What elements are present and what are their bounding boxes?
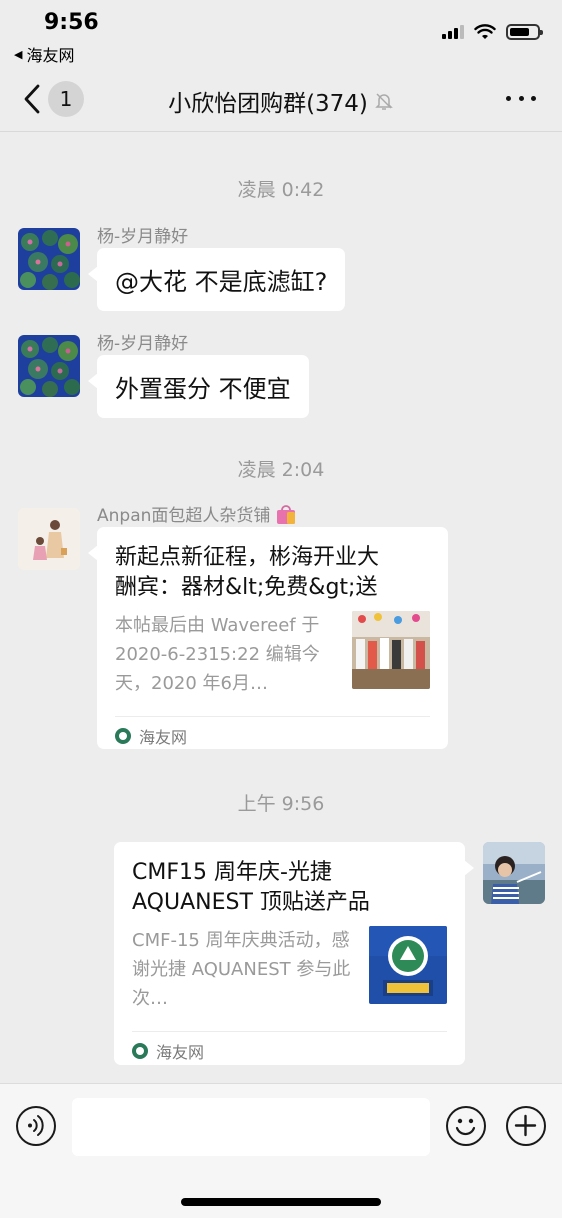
cellular-signal-icon bbox=[442, 25, 464, 39]
message-bubble[interactable]: 外置蛋分 不便宜 bbox=[88, 355, 309, 418]
message-input[interactable] bbox=[72, 1098, 430, 1156]
card-title: 新起点新征程，彬海开业大 酬宾：器材&lt;免费&gt;送 bbox=[115, 543, 430, 603]
battery-icon bbox=[506, 24, 543, 40]
chat-title: 小欣怡团购群(374) bbox=[0, 84, 562, 118]
card-thumbnail bbox=[352, 611, 430, 689]
timestamp-separator: 上午 9:56 bbox=[237, 793, 325, 815]
sender-name: 杨-岁月静好 bbox=[97, 227, 189, 247]
link-card[interactable]: CMF15 周年庆-光捷 AQUANEST 顶贴送产品 CMF-15 周年庆典活… bbox=[114, 842, 474, 1065]
message-bubble[interactable]: @大花 不是底滤缸? bbox=[87, 248, 346, 311]
avatar[interactable] bbox=[18, 335, 80, 397]
return-app-name: 海友网 bbox=[26, 46, 75, 65]
source-name: 海友网 bbox=[139, 727, 188, 747]
card-description: CMF-15 周年庆典活动，感谢光捷 AQUANEST 参与此次… bbox=[132, 930, 351, 1009]
card-description: 本帖最后由 Wavereef 于 2020-6-2315:22 编辑今天，202… bbox=[115, 615, 320, 694]
card-thumbnail bbox=[369, 926, 447, 1004]
card-title-line: 酬宾：器材&lt;免费&gt;送 bbox=[115, 575, 378, 600]
chat-messages[interactable]: 凌晨 0:42 杨-岁月静好 @大花 不是底滤缸? 杨-岁月静好 外置蛋分 不便… bbox=[0, 133, 562, 1083]
source-logo-icon bbox=[132, 1042, 148, 1059]
message-input-bar bbox=[0, 1083, 562, 1218]
more-dots-icon[interactable] bbox=[506, 86, 536, 110]
card-title-line: CMF15 周年庆-光捷 bbox=[132, 860, 332, 885]
card-body: 本帖最后由 Wavereef 于 2020-6-2315:22 编辑今天，202… bbox=[115, 611, 430, 698]
card-source: 海友网 bbox=[115, 716, 430, 754]
card-title-line: 新起点新征程，彬海开业大 bbox=[115, 545, 380, 570]
avatar[interactable] bbox=[18, 228, 80, 290]
bell-slash-icon bbox=[375, 93, 393, 110]
plus-icon[interactable] bbox=[506, 1106, 546, 1146]
source-name: 海友网 bbox=[156, 1042, 205, 1062]
voice-icon[interactable] bbox=[16, 1106, 56, 1146]
source-logo-icon bbox=[115, 727, 131, 744]
back-triangle-icon: ◀ bbox=[14, 47, 23, 61]
chat-header: 1 小欣怡团购群(374) bbox=[0, 66, 562, 132]
home-indicator[interactable] bbox=[181, 1198, 381, 1206]
card-title-line: AQUANEST 顶贴送产品 bbox=[132, 890, 370, 915]
status-bar: 9:56 ◀ 海友网 bbox=[0, 0, 562, 66]
timestamp-separator: 凌晨 0:42 bbox=[237, 179, 325, 201]
timestamp-separator: 凌晨 2:04 bbox=[237, 459, 325, 481]
card-title: CMF15 周年庆-光捷 AQUANEST 顶贴送产品 bbox=[132, 858, 447, 918]
wifi-icon bbox=[474, 24, 496, 39]
card-body: CMF-15 周年庆典活动，感谢光捷 AQUANEST 参与此次… bbox=[132, 926, 447, 1013]
card-source: 海友网 bbox=[132, 1031, 447, 1069]
emoji-icon[interactable] bbox=[446, 1106, 486, 1146]
status-icons bbox=[442, 24, 543, 40]
status-time: 9:56 bbox=[44, 10, 99, 35]
return-to-app-link[interactable]: ◀ 海友网 bbox=[14, 42, 74, 66]
avatar[interactable] bbox=[18, 508, 80, 570]
shopping-bag-icon bbox=[277, 504, 296, 524]
sender-name: 杨-岁月静好 bbox=[97, 334, 189, 354]
sender-name-row: Anpan面包超人杂货铺 bbox=[97, 501, 298, 526]
avatar[interactable] bbox=[483, 842, 545, 904]
link-card[interactable]: 新起点新征程，彬海开业大 酬宾：器材&lt;免费&gt;送 本帖最后由 Wave… bbox=[88, 527, 448, 749]
group-name: 小欣怡团购群(374) bbox=[168, 91, 368, 117]
sender-name: Anpan面包超人杂货铺 bbox=[97, 506, 271, 526]
